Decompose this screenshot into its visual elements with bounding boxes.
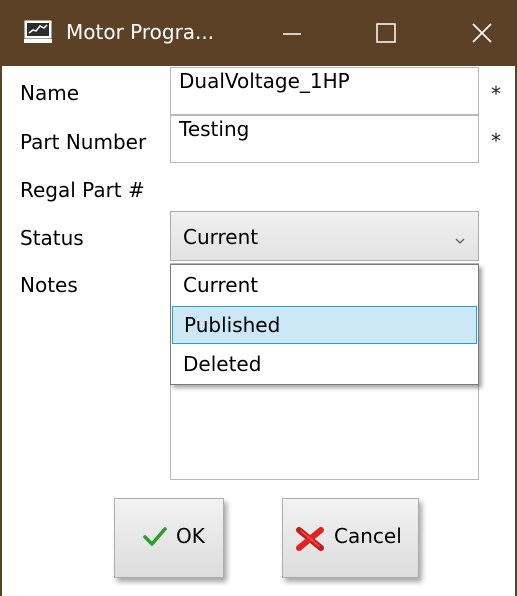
status-select[interactable]: Current — [170, 211, 479, 261]
name-label: Name — [20, 81, 80, 105]
status-option-published[interactable]: Published — [172, 306, 477, 344]
status-label: Status — [20, 226, 84, 250]
close-button[interactable] — [432, 0, 512, 66]
chevron-down-icon — [454, 231, 466, 244]
close-icon — [472, 23, 492, 43]
part-number-label: Part Number — [20, 130, 147, 154]
status-option-deleted[interactable]: Deleted — [172, 346, 477, 384]
app-icon — [24, 20, 52, 44]
cancel-x-icon — [295, 526, 325, 556]
window-title: Motor Progra... — [66, 20, 215, 44]
maximize-button[interactable] — [347, 0, 427, 66]
check-icon — [143, 526, 167, 552]
name-field[interactable]: DualVoltage_1HP — [170, 67, 479, 115]
status-selected-value: Current — [183, 225, 259, 249]
status-dropdown-list: Current Published Deleted — [170, 264, 479, 385]
cancel-button[interactable]: Cancel — [282, 498, 419, 578]
ok-button-label: OK — [176, 524, 205, 548]
part-number-required-mark: * — [491, 129, 501, 153]
title-bar[interactable]: Motor Progra... — [2, 0, 515, 66]
name-required-mark: * — [491, 82, 501, 106]
ok-button[interactable]: OK — [114, 498, 224, 578]
part-number-field[interactable]: Testing — [170, 115, 479, 163]
minimize-icon — [283, 33, 301, 35]
minimize-button[interactable] — [250, 0, 330, 66]
cancel-button-label: Cancel — [334, 524, 402, 548]
motor-program-window: Motor Progra... Name DualVoltage_1HP * P… — [0, 0, 517, 596]
notes-label: Notes — [20, 273, 78, 297]
maximize-icon — [376, 23, 396, 43]
regal-part-label: Regal Part # — [20, 178, 145, 202]
status-option-current[interactable]: Current — [172, 267, 477, 305]
